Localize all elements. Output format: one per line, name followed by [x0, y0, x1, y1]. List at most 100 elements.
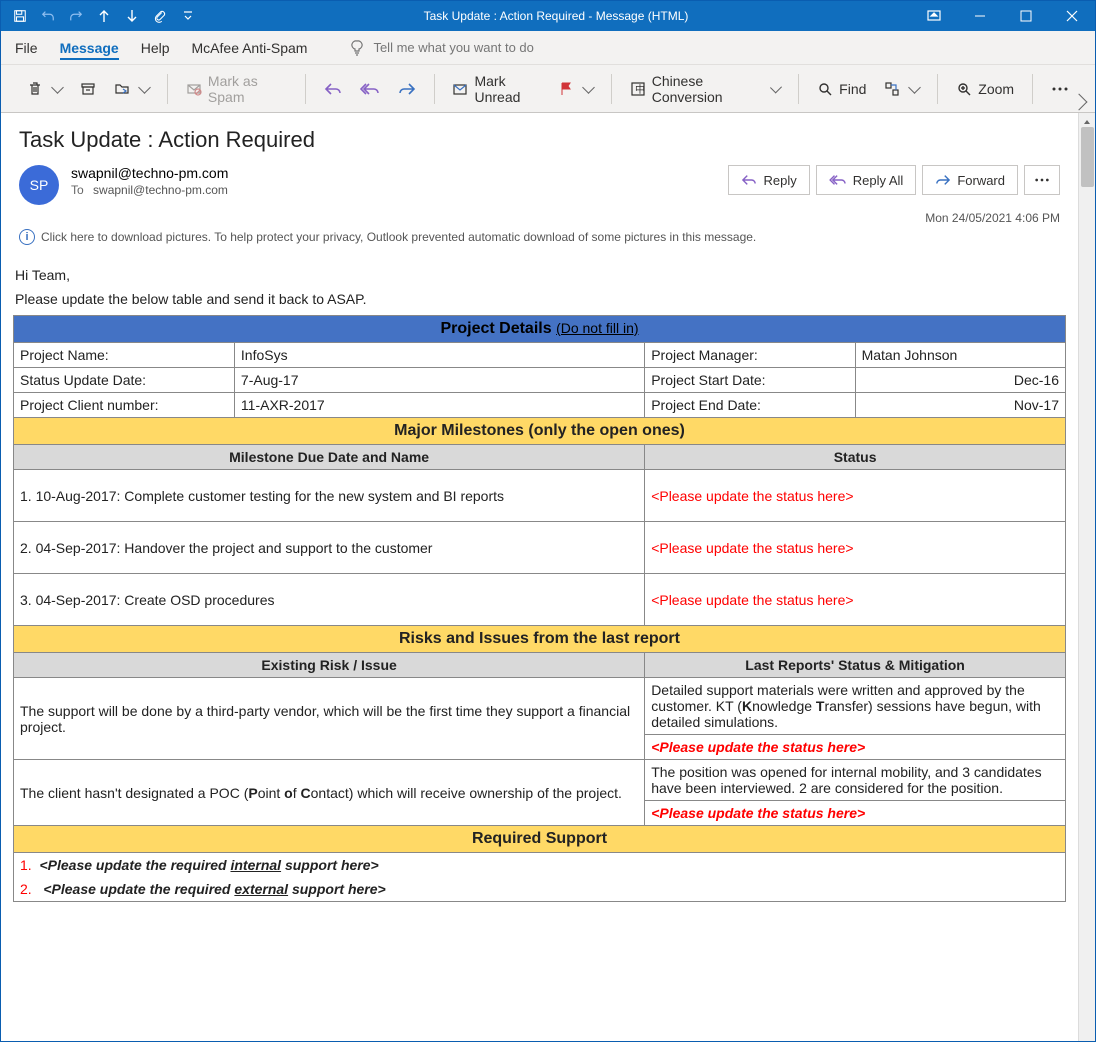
save-icon[interactable] [7, 3, 33, 29]
reply-all-label: Reply All [853, 173, 904, 188]
zoom-label: Zoom [978, 81, 1014, 97]
to-label: To [71, 183, 84, 197]
tell-me-search[interactable]: Tell me what you want to do [349, 40, 533, 56]
lightbulb-icon [349, 40, 365, 56]
translate-icon: 中 [630, 81, 646, 97]
risks-header: Risks and Issues from the last report [14, 626, 1066, 653]
tell-me-label: Tell me what you want to do [373, 40, 533, 55]
message-date: Mon 24/05/2021 4:06 PM [1, 211, 1078, 229]
archive-button[interactable] [74, 74, 102, 104]
message-main: Task Update : Action Required SP swapnil… [1, 113, 1078, 1041]
more-commands-button[interactable] [1045, 74, 1075, 104]
milestones-columns: Milestone Due Date and Name Status [14, 445, 1066, 470]
body-intro: Please update the below table and send i… [15, 291, 1064, 307]
project-details-header: Project Details (Do not fill in) [14, 316, 1066, 343]
previous-icon[interactable] [91, 3, 117, 29]
info-bar-text: Click here to download pictures. To help… [41, 230, 756, 244]
close-button[interactable] [1049, 1, 1095, 31]
reply-label: Reply [763, 173, 796, 188]
minimize-button[interactable] [957, 1, 1003, 31]
header-actions: Reply Reply All Forward [728, 165, 1060, 195]
related-button[interactable] [878, 74, 925, 104]
risks-columns: Existing Risk / Issue Last Reports' Stat… [14, 653, 1066, 678]
more-actions-button[interactable] [1024, 165, 1060, 195]
to-line: To swapnil@techno-pm.com [71, 183, 728, 197]
tab-mcafee[interactable]: McAfee Anti-Spam [192, 36, 308, 60]
ribbon: Mark as Spam Mark Unread 中 Chinese Conve… [1, 65, 1095, 113]
related-icon [884, 81, 900, 97]
find-button[interactable]: Find [811, 74, 872, 104]
folder-move-icon [114, 81, 130, 97]
qat-dropdown-icon[interactable] [175, 3, 201, 29]
reply-button[interactable]: Reply [728, 165, 809, 195]
search-icon [817, 81, 833, 97]
move-button[interactable] [108, 74, 155, 104]
titlebar: Task Update : Action Required - Message … [1, 1, 1095, 31]
flag-icon [558, 81, 574, 97]
reply-all-icon [360, 81, 380, 97]
svg-text:中: 中 [635, 83, 645, 96]
body-greeting: Hi Team, [15, 267, 1064, 283]
message-header: SP swapnil@techno-pm.com To swapnil@tech… [1, 159, 1078, 211]
archive-icon [80, 81, 96, 97]
reply-all-button[interactable]: Reply All [816, 165, 917, 195]
table-row: 1. 10-Aug-2017: Complete customer testin… [14, 470, 1066, 522]
table-row: Project Name: InfoSys Project Manager: M… [14, 343, 1066, 368]
spam-icon [186, 81, 202, 97]
zoom-icon [956, 81, 972, 97]
reply-icon [741, 173, 757, 187]
milestones-header: Major Milestones (only the open ones) [14, 418, 1066, 445]
forward-icon [935, 173, 951, 187]
redo-icon[interactable] [63, 3, 89, 29]
next-icon[interactable] [119, 3, 145, 29]
table-row: Project Client number: 11-AXR-2017 Proje… [14, 393, 1066, 418]
forward-label: Forward [957, 173, 1005, 188]
reply-all-icon [829, 173, 847, 187]
menu-tabs: File Message Help McAfee Anti-Spam Tell … [1, 31, 1095, 65]
reply-icon [324, 81, 342, 97]
mark-spam-label: Mark as Spam [208, 73, 287, 105]
maximize-button[interactable] [1003, 1, 1049, 31]
mark-unread-label: Mark Unread [474, 73, 539, 105]
flag-button[interactable] [552, 74, 599, 104]
scroll-up-icon[interactable] [1082, 117, 1092, 127]
vertical-scrollbar[interactable] [1078, 113, 1095, 1041]
forward-icon-button[interactable] [392, 74, 422, 104]
reply-icon-button[interactable] [318, 74, 348, 104]
ribbon-display-icon[interactable] [911, 1, 957, 31]
zoom-button[interactable]: Zoom [950, 74, 1020, 104]
tab-help[interactable]: Help [141, 36, 170, 60]
message-area: Task Update : Action Required SP swapnil… [1, 113, 1095, 1041]
info-icon: i [19, 229, 35, 245]
find-label: Find [839, 81, 866, 97]
avatar: SP [19, 165, 59, 205]
chinese-conversion-label: Chinese Conversion [652, 73, 762, 105]
table-row: 1. <Please update the required internal … [14, 853, 1066, 878]
chinese-conversion-button[interactable]: 中 Chinese Conversion [624, 74, 787, 104]
table-row: 2. <Please update the required external … [14, 877, 1066, 902]
table-row: The support will be done by a third-part… [14, 678, 1066, 735]
mark-spam-button[interactable]: Mark as Spam [180, 74, 293, 104]
reply-all-icon-button[interactable] [354, 74, 386, 104]
from-address: swapnil@techno-pm.com [71, 165, 728, 181]
scrollbar-thumb[interactable] [1081, 127, 1094, 187]
window-controls [911, 1, 1095, 31]
required-support-header: Required Support [14, 826, 1066, 853]
trash-icon [27, 81, 43, 97]
forward-icon [398, 81, 416, 97]
table-row: 3. 04-Sep-2017: Create OSD procedures <P… [14, 574, 1066, 626]
message-body: Hi Team, Please update the below table a… [1, 253, 1078, 1041]
quick-access-toolbar [1, 3, 201, 29]
delete-button[interactable] [21, 74, 68, 104]
outlook-message-window: Task Update : Action Required - Message … [0, 0, 1096, 1042]
download-pictures-bar[interactable]: i Click here to download pictures. To he… [19, 229, 1060, 245]
tab-file[interactable]: File [15, 36, 38, 60]
to-address: swapnil@techno-pm.com [93, 183, 228, 197]
mark-unread-button[interactable]: Mark Unread [446, 74, 545, 104]
forward-button[interactable]: Forward [922, 165, 1018, 195]
table-row: Status Update Date: 7-Aug-17 Project Sta… [14, 368, 1066, 393]
table-row: The client hasn't designated a POC (Poin… [14, 760, 1066, 801]
tab-message[interactable]: Message [60, 36, 119, 60]
undo-icon[interactable] [35, 3, 61, 29]
attach-icon[interactable] [147, 3, 173, 29]
